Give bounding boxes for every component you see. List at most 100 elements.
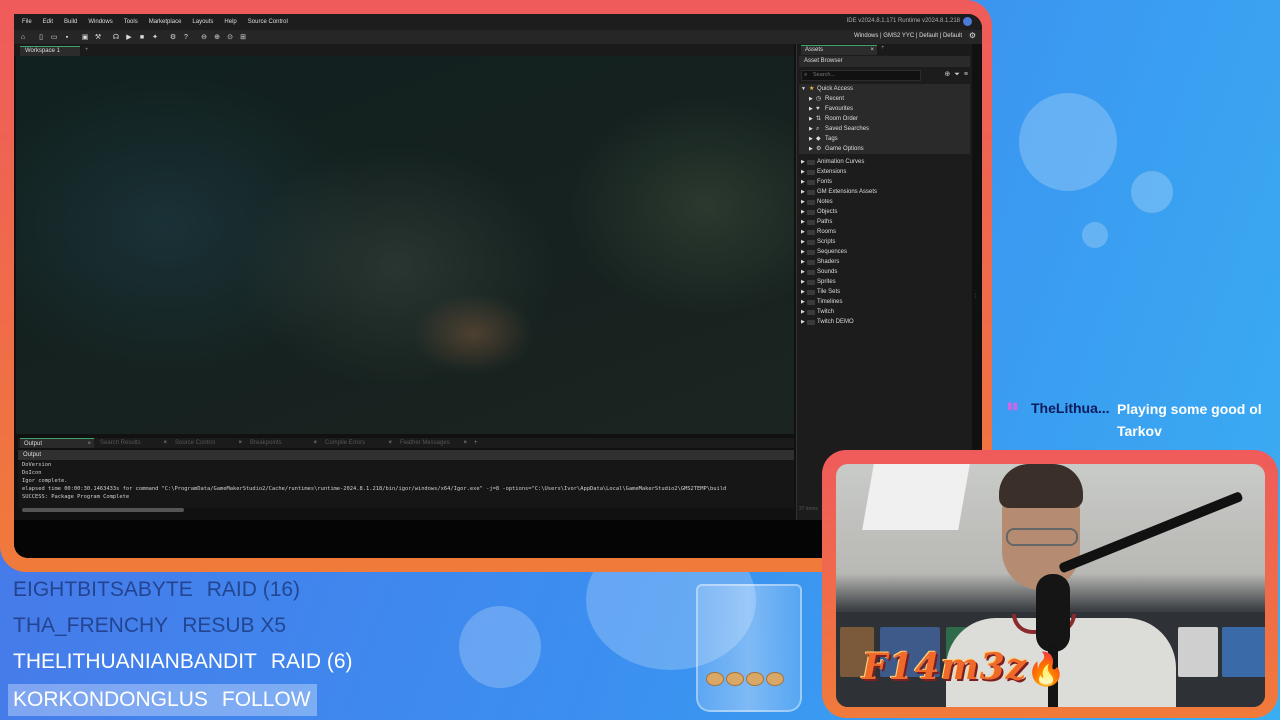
folder-paths[interactable]: ▶ Paths [799, 217, 970, 227]
chevron-right-icon[interactable]: ▶ [801, 207, 805, 217]
build-icon[interactable]: ⚒ [93, 33, 103, 42]
new-project-icon[interactable]: ▯ [36, 33, 46, 42]
close-icon[interactable]: × [163, 438, 167, 448]
add-workspace-icon[interactable]: + [85, 47, 89, 53]
folder-twitch[interactable]: ▶ Twitch [799, 307, 970, 317]
tab-compile-errors[interactable]: Compile Errors × [321, 438, 395, 448]
chevron-right-icon[interactable]: ▶ [809, 124, 813, 134]
tab-breakpoints[interactable]: Breakpoints × [246, 438, 320, 448]
chevron-right-icon[interactable]: ▶ [801, 187, 805, 197]
menu-file[interactable]: File [22, 19, 32, 25]
tab-output[interactable]: Output × [20, 438, 94, 448]
workspace-canvas[interactable] [16, 56, 794, 434]
target-selector[interactable]: Windows | GMS2 YYC | Default | Default [854, 33, 962, 39]
chevron-right-icon[interactable]: ▶ [801, 287, 805, 297]
filter-icon[interactable]: ⏷ [954, 70, 960, 80]
add-tab-icon[interactable]: + [881, 45, 885, 51]
folder-timelines[interactable]: ▶ Timelines [799, 297, 970, 307]
tab-feather-messages[interactable]: Feather Messages × [396, 438, 470, 448]
tree-item-game-options[interactable]: ▶ ⚙ Game Options [799, 144, 970, 154]
add-tab-icon[interactable]: + [474, 438, 478, 448]
chevron-right-icon[interactable]: ▶ [801, 167, 805, 177]
close-icon[interactable]: × [87, 439, 91, 449]
zoom-out-icon[interactable]: ⊖ [199, 33, 209, 42]
chevron-right-icon[interactable]: ▶ [809, 94, 813, 104]
home-icon[interactable]: ⌂ [18, 33, 28, 42]
folder-rooms[interactable]: ▶ Rooms [799, 227, 970, 237]
chevron-right-icon[interactable]: ▶ [801, 257, 805, 267]
save-icon[interactable]: ▪ [62, 33, 72, 42]
tree-item-room-order[interactable]: ▶ ⇅ Room Order [799, 114, 970, 124]
user-avatar-icon[interactable] [963, 17, 972, 26]
chevron-right-icon[interactable]: ▶ [809, 144, 813, 154]
chevron-down-icon[interactable]: ▼ [801, 84, 806, 94]
folder-notes[interactable]: ▶ Notes [799, 197, 970, 207]
tree-item-favourites[interactable]: ▶ ♥ Favourites [799, 104, 970, 114]
folder-tile-sets[interactable]: ▶ Tile Sets [799, 287, 970, 297]
tree-item-tags[interactable]: ▶ ◆ Tags [799, 134, 970, 144]
settings-icon[interactable]: ⚙ [168, 33, 178, 42]
debug-icon[interactable]: ☊ [111, 33, 121, 42]
run-icon[interactable]: ▶ [124, 33, 134, 42]
menu-help[interactable]: Help [224, 19, 236, 25]
chevron-right-icon[interactable]: ▶ [801, 267, 805, 277]
tab-source-control[interactable]: Source Control × [171, 438, 245, 448]
chevron-right-icon[interactable]: ▶ [801, 277, 805, 287]
menu-icon[interactable]: ≡ [964, 70, 968, 80]
chevron-right-icon[interactable]: ▶ [809, 134, 813, 144]
add-asset-icon[interactable]: ⊕ [944, 70, 950, 80]
chevron-right-icon[interactable]: ▶ [809, 114, 813, 124]
chevron-right-icon[interactable]: ▶ [801, 297, 805, 307]
folder-animation-curves[interactable]: ▶ Animation Curves [799, 157, 970, 167]
help-icon[interactable]: ? [181, 33, 191, 42]
chevron-right-icon[interactable]: ▶ [801, 237, 805, 247]
close-icon[interactable]: × [463, 438, 467, 448]
chevron-right-icon[interactable]: ▶ [801, 197, 805, 207]
chevron-right-icon[interactable]: ▶ [801, 247, 805, 257]
menu-source-control[interactable]: Source Control [248, 19, 288, 25]
folder-fonts[interactable]: ▶ Fonts [799, 177, 970, 187]
chevron-right-icon[interactable]: ▶ [801, 227, 805, 237]
folder-extensions[interactable]: ▶ Extensions [799, 167, 970, 177]
output-log[interactable]: DoVersion DoIcon Igor complete. elapsed … [18, 460, 794, 508]
tab-assets[interactable]: Assets × [801, 45, 877, 55]
asset-search-input[interactable]: ⌕ Search... [801, 70, 921, 81]
tree-item-saved-searches[interactable]: ▶ ⌕ Saved Searches [799, 124, 970, 134]
menu-layouts[interactable]: Layouts [192, 19, 213, 25]
folder-sprites[interactable]: ▶ Sprites [799, 277, 970, 287]
close-icon[interactable]: × [313, 438, 317, 448]
package-icon[interactable]: ▣ [80, 33, 90, 42]
menu-windows[interactable]: Windows [88, 19, 112, 25]
panel-resize-handle[interactable]: ⁞ [974, 294, 976, 300]
open-project-icon[interactable]: ▭ [49, 33, 59, 42]
output-scrollbar[interactable] [22, 508, 184, 512]
tab-search-results[interactable]: Search Results × [96, 438, 170, 448]
layout-icon[interactable]: ⊞ [238, 33, 248, 42]
menu-marketplace[interactable]: Marketplace [149, 19, 182, 25]
menu-build[interactable]: Build [64, 19, 77, 25]
quick-access-row[interactable]: ▼ ★ Quick Access [799, 84, 970, 94]
close-icon[interactable]: × [870, 46, 874, 55]
menu-tools[interactable]: Tools [124, 19, 138, 25]
folder-scripts[interactable]: ▶ Scripts [799, 237, 970, 247]
folder-gm-extensions-assets[interactable]: ▶ GM Extensions Assets [799, 187, 970, 197]
chevron-right-icon[interactable]: ▶ [801, 157, 805, 167]
menu-edit[interactable]: Edit [43, 19, 53, 25]
folder-shaders[interactable]: ▶ Shaders [799, 257, 970, 267]
chevron-right-icon[interactable]: ▶ [801, 177, 805, 187]
chevron-right-icon[interactable]: ▶ [801, 317, 805, 327]
close-icon[interactable]: × [238, 438, 242, 448]
chevron-right-icon[interactable]: ▶ [809, 104, 813, 114]
zoom-reset-icon[interactable]: ⊙ [225, 33, 235, 42]
close-icon[interactable]: × [388, 438, 392, 448]
tab-workspace-1[interactable]: Workspace 1 [20, 46, 80, 56]
folder-twitch-demo[interactable]: ▶ Twitch DEMO [799, 317, 970, 327]
chevron-right-icon[interactable]: ▶ [801, 307, 805, 317]
folder-sequences[interactable]: ▶ Sequences [799, 247, 970, 257]
zoom-in-icon[interactable]: ⊕ [212, 33, 222, 42]
target-settings-icon[interactable]: ⚙ [969, 31, 976, 40]
folder-objects[interactable]: ▶ Objects [799, 207, 970, 217]
folder-sounds[interactable]: ▶ Sounds [799, 267, 970, 277]
stop-icon[interactable]: ■ [137, 33, 147, 42]
chevron-right-icon[interactable]: ▶ [801, 217, 805, 227]
